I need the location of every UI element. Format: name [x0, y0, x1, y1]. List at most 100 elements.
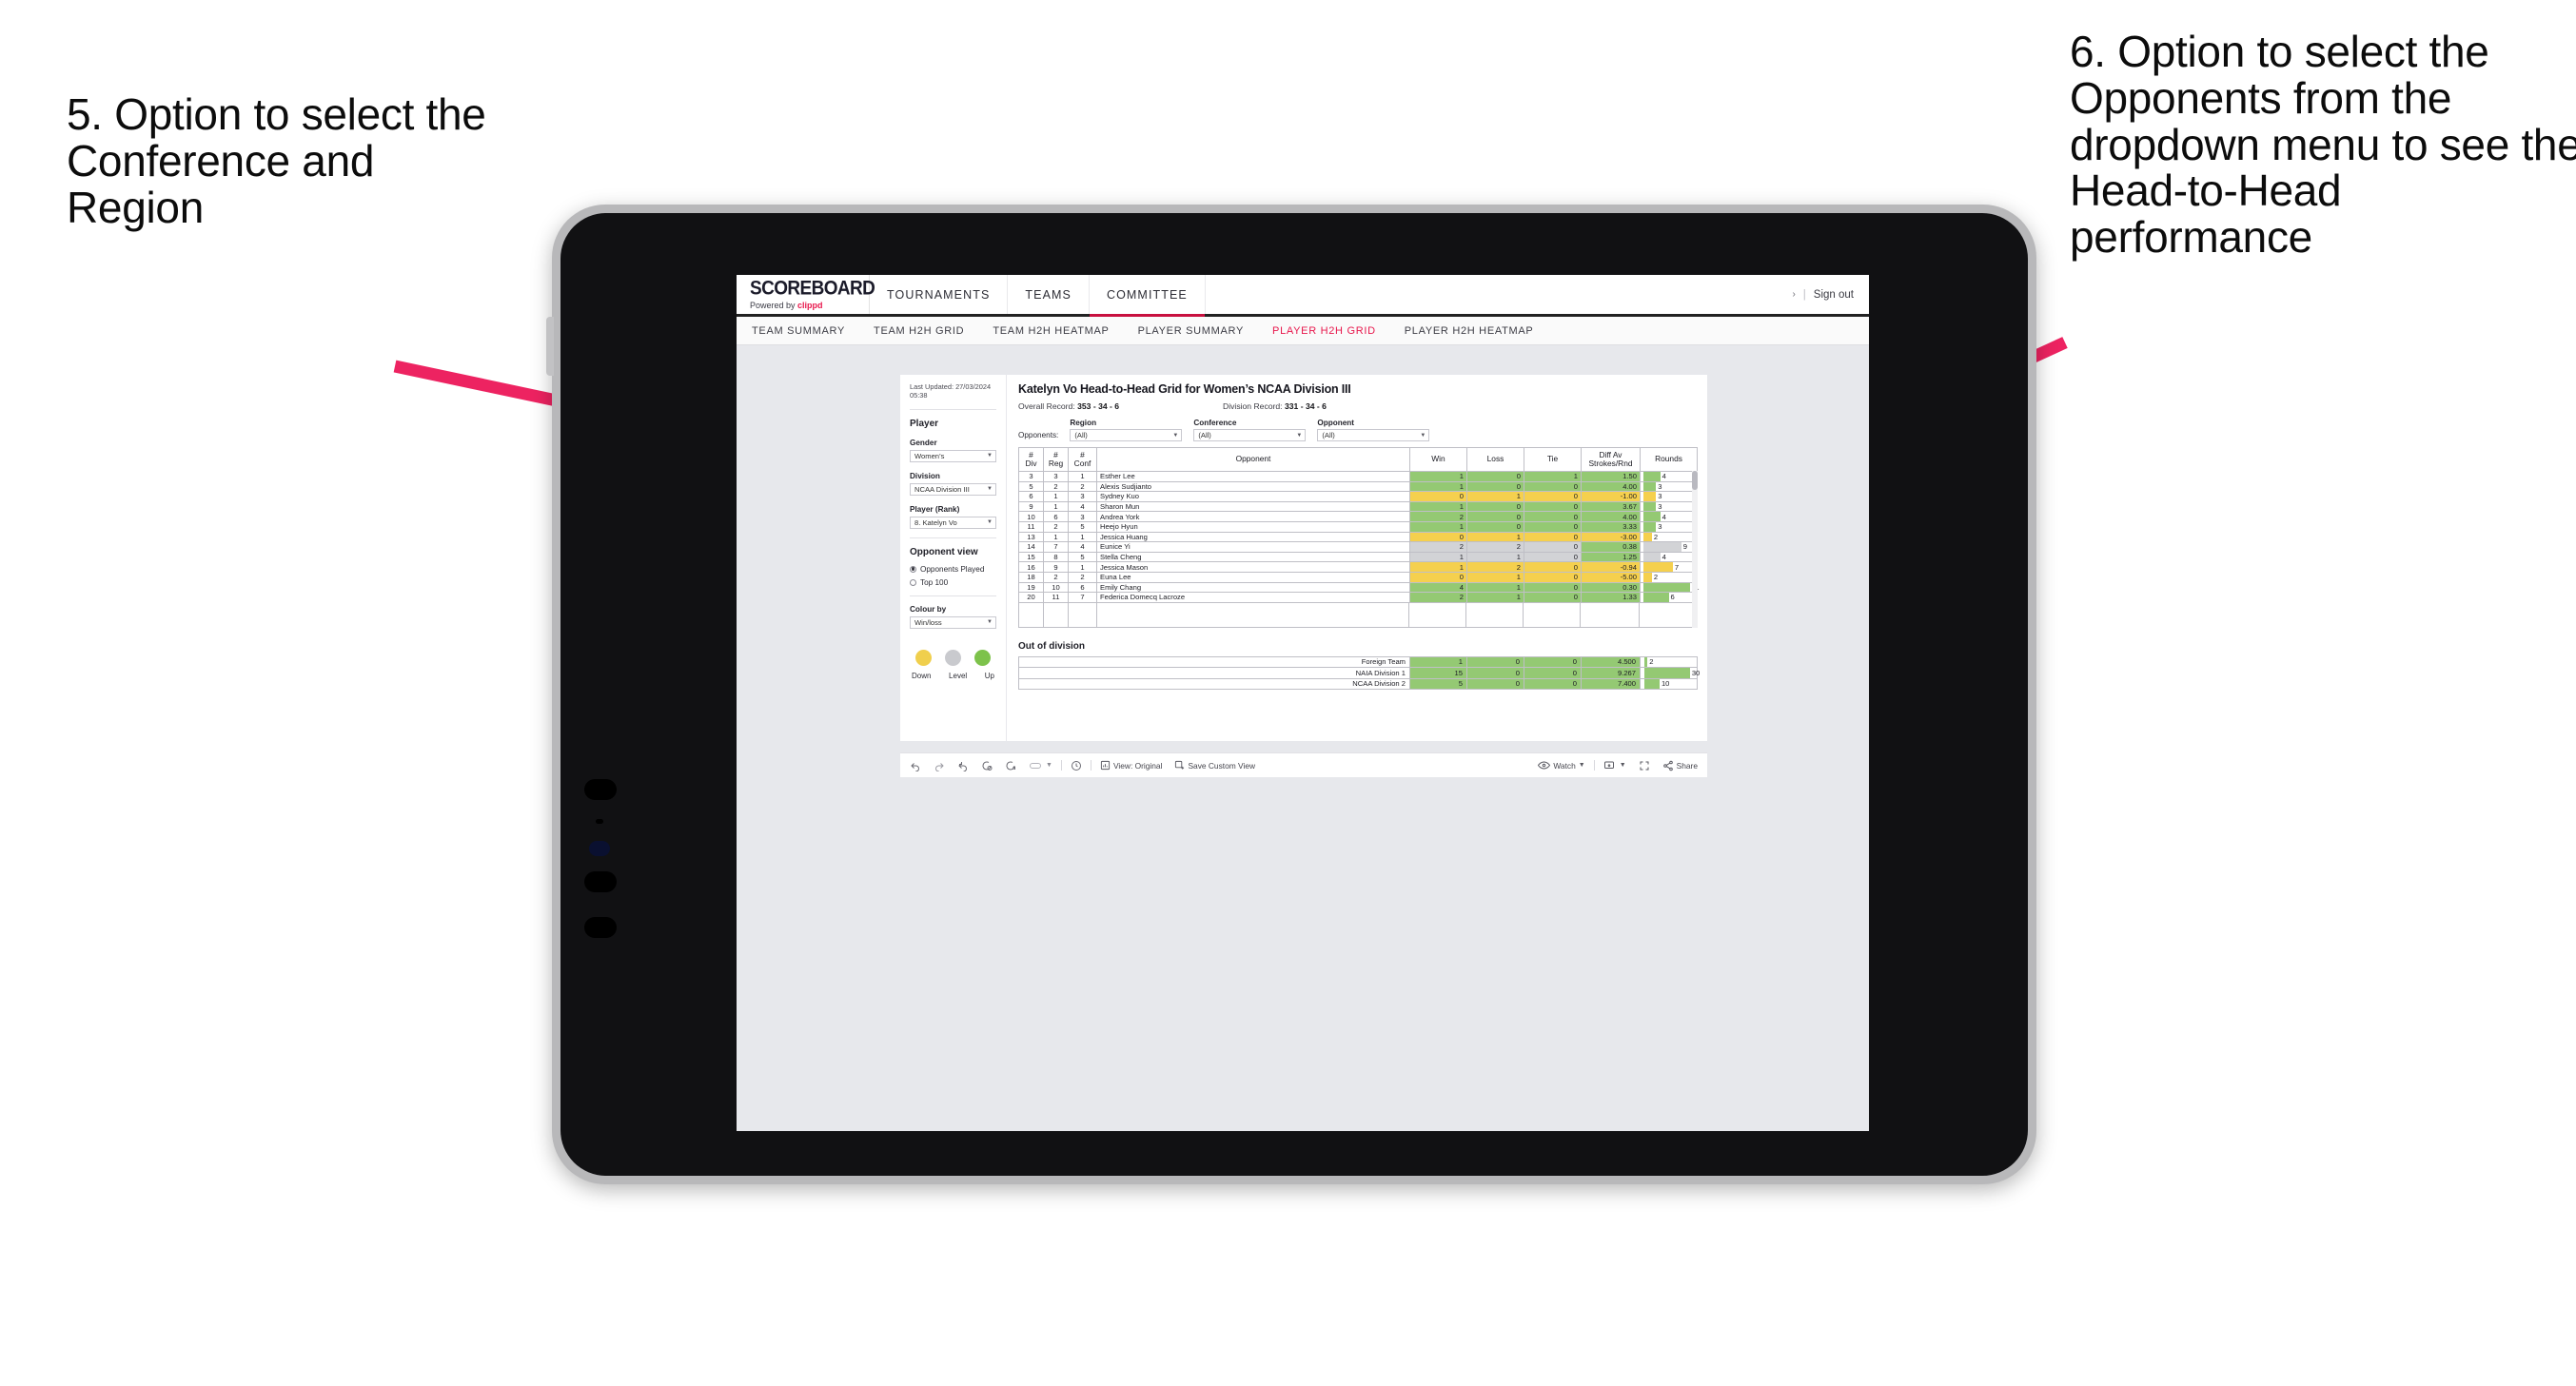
view-original-button[interactable]: View: Original — [1100, 760, 1162, 771]
divider — [910, 408, 996, 410]
col-loss[interactable]: Loss — [1466, 447, 1524, 472]
conference-filter-select[interactable]: (All) ▼ — [1193, 429, 1307, 441]
revert-icon[interactable] — [957, 760, 969, 771]
table-row[interactable]: 20 11 7 Federica Domecq Lacroze 2 1 0 1.33 6 — [1018, 592, 1698, 603]
cell-win: 0 — [1409, 491, 1467, 502]
watch-button[interactable]: Watch ▼ — [1538, 760, 1585, 771]
cell-div: 13 — [1018, 531, 1044, 543]
colour-by-select[interactable]: Win/loss ▼ — [910, 615, 996, 629]
cell-opponent: Jessica Mason — [1096, 561, 1410, 573]
cell-opponent: Eunice Yi — [1096, 541, 1410, 553]
divider — [910, 595, 996, 596]
table-row[interactable]: 15 8 5 Stella Cheng 1 1 0 1.25 4 — [1018, 551, 1698, 563]
table-row[interactable]: 10 6 3 Andrea York 2 0 0 4.00 4 — [1018, 511, 1698, 522]
cell-win: 5 — [1409, 677, 1467, 691]
col-rounds[interactable]: Rounds — [1640, 447, 1698, 472]
primary-nav: TOURNAMENTS TEAMS COMMITTEE — [870, 275, 1206, 317]
subnav-item-player-h2h-heatmap[interactable]: PLAYER H2H HEATMAP — [1405, 325, 1534, 337]
col-div[interactable]: # Div — [1018, 447, 1044, 472]
player-rank-select[interactable]: 8. Katelyn Vo ▼ — [910, 516, 996, 529]
undo-icon[interactable] — [910, 760, 921, 771]
table-row[interactable]: 16 9 1 Jessica Mason 1 2 0 -0.94 7 — [1018, 561, 1698, 573]
logo-subtitle: Powered by clippd — [750, 302, 857, 310]
table-row[interactable]: 11 2 5 Heejo Hyun 1 0 0 3.33 3 — [1018, 520, 1698, 533]
nav-item-tournaments[interactable]: TOURNAMENTS — [870, 275, 1009, 314]
pause-icon[interactable] — [1005, 760, 1016, 771]
subnav-item-player-summary[interactable]: PLAYER SUMMARY — [1138, 325, 1244, 337]
table-row[interactable]: 3 3 1 Esther Lee 1 0 1 1.50 4 — [1018, 471, 1698, 482]
cell-diff: 3.67 — [1581, 500, 1641, 513]
col-opponent[interactable]: Opponent — [1096, 447, 1410, 472]
screenshot-root: 5. Option to select the Conference and R… — [0, 0, 2576, 1386]
out-of-division-row[interactable]: Foreign Team 1 0 0 4.500 2 — [1018, 655, 1698, 669]
save-custom-view-button[interactable]: Save Custom View — [1174, 760, 1255, 771]
grid-scrollbar-thumb[interactable] — [1692, 471, 1698, 490]
table-row[interactable]: 9 1 4 Sharon Mun 1 0 0 3.67 3 — [1018, 500, 1698, 513]
cell-win: 1 — [1409, 500, 1467, 513]
table-row[interactable]: 18 2 2 Euna Lee 0 1 0 -5.00 2 — [1018, 571, 1698, 583]
chevron-right-icon[interactable]: › — [1792, 289, 1795, 300]
table-row[interactable]: 6 1 3 Sydney Kuo 0 1 0 -1.00 3 — [1018, 491, 1698, 502]
cell-diff: -1.00 — [1581, 491, 1641, 502]
gender-select[interactable]: Women’s ▼ — [910, 449, 996, 462]
viz-area: Katelyn Vo Head-to-Head Grid for Women’s… — [1007, 375, 1707, 741]
share-button[interactable]: Share — [1662, 760, 1698, 771]
table-row[interactable]: 19106Emily Chang4100.3011 — [1018, 581, 1699, 594]
rounds-value: 4 — [1662, 553, 1666, 562]
nav-item-teams[interactable]: TEAMS — [1008, 275, 1090, 314]
clock-icon[interactable] — [1071, 760, 1082, 771]
cell-win: 15 — [1409, 667, 1467, 679]
col-reg[interactable]: # Reg — [1043, 447, 1069, 472]
opponent-filter-value: (All) — [1322, 431, 1335, 439]
subnav-item-player-h2h-grid[interactable]: PLAYER H2H GRID — [1272, 325, 1376, 337]
app-logo[interactable]: SCOREBOARD Powered by clippd — [737, 275, 875, 314]
cell-div: 9 — [1018, 500, 1044, 513]
nav-item-committee[interactable]: COMMITTEE — [1089, 275, 1206, 317]
subnav-item-team-h2h-heatmap[interactable]: TEAM H2H HEATMAP — [993, 325, 1109, 337]
division-select[interactable]: NCAA Division III ▼ — [910, 482, 996, 496]
gender-label: Gender — [910, 438, 937, 447]
subnav-item-team-summary[interactable]: TEAM SUMMARY — [752, 325, 845, 337]
device-side-button[interactable] — [546, 317, 554, 376]
caret-down-icon[interactable]: ▼ — [1046, 762, 1052, 769]
cell-loss: 0 — [1466, 677, 1524, 691]
dashboard-canvas: Last Updated: 27/03/2024 05:38 Player Ge… — [737, 348, 1869, 1131]
fullscreen-icon[interactable] — [1639, 760, 1650, 771]
out-of-division-row[interactable]: NCAA Division 2 5 0 0 7.400 10 — [1018, 677, 1698, 691]
division-record: Division Record: 331 - 34 - 6 — [1223, 401, 1427, 411]
cell-win: 1 — [1409, 471, 1467, 482]
col-conf[interactable]: # Conf — [1068, 447, 1097, 472]
loop-icon[interactable] — [1029, 760, 1042, 771]
rounds-value: 2 — [1653, 532, 1659, 541]
col-diff[interactable]: Diff Av Strokes/Rnd — [1581, 447, 1641, 472]
opponents-filter-label: Opponents: — [1018, 431, 1059, 439]
grid-scroll-track[interactable] — [1692, 471, 1698, 628]
radio-top-100[interactable]: Top 100 — [910, 578, 996, 587]
redo-icon[interactable] — [934, 760, 945, 771]
col-tie[interactable]: Tie — [1524, 447, 1582, 472]
col-win[interactable]: Win — [1409, 447, 1467, 472]
subnav-item-team-h2h-grid[interactable]: TEAM H2H GRID — [874, 325, 964, 337]
table-row[interactable]: 13 1 1 Jessica Huang 0 1 0 -3.00 2 — [1018, 531, 1698, 543]
device-speaker-grille-3 — [584, 917, 617, 938]
signout-link[interactable]: Sign out — [1814, 289, 1854, 301]
refresh-icon[interactable] — [981, 760, 993, 771]
cell-conf: 2 — [1068, 480, 1097, 493]
opponent-filter-select[interactable]: (All) ▼ — [1317, 429, 1430, 441]
out-of-division-row[interactable]: NAIA Division 1 15 0 0 9.267 30 — [1018, 667, 1700, 679]
region-filter-select[interactable]: (All) ▼ — [1070, 429, 1183, 441]
table-row[interactable]: 5 2 2 Alexis Sudjianto 1 0 0 4.00 3 — [1018, 480, 1698, 493]
cell-win: 2 — [1409, 541, 1467, 553]
download-icon[interactable]: ▼ — [1603, 760, 1626, 771]
rounds-value: 3 — [1658, 481, 1662, 491]
cell-loss: 0 — [1466, 511, 1524, 522]
cell-div: 19 — [1018, 581, 1044, 594]
cell-reg: 1 — [1043, 531, 1069, 543]
radio-opponents-played[interactable]: Opponents Played — [910, 565, 996, 574]
h2h-grid-head: # Div # Reg # Conf Opponent Win Loss Tie Di… — [1018, 447, 1698, 472]
cell-win: 1 — [1409, 551, 1467, 563]
chevron-down-icon: ▼ — [1420, 432, 1426, 439]
watch-label: Watch — [1553, 760, 1576, 771]
table-row[interactable]: 14 7 4 Eunice Yi 2 2 0 0.38 9 — [1018, 541, 1698, 553]
cell-tie: 0 — [1524, 551, 1582, 563]
